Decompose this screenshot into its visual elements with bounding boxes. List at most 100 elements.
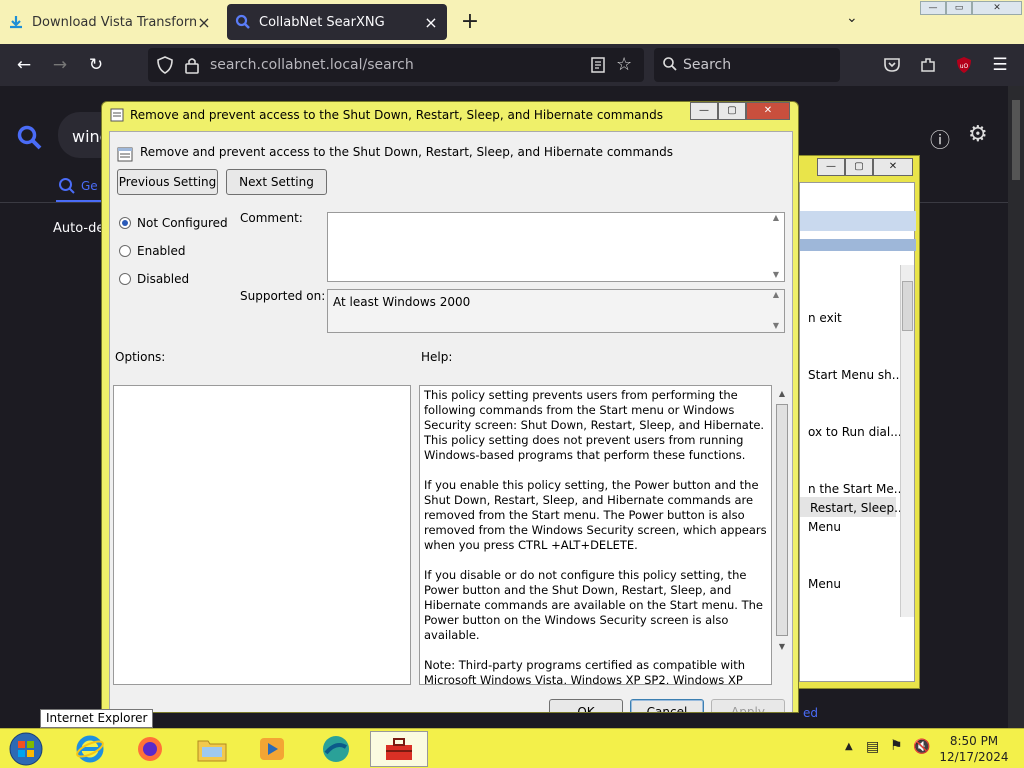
help-paragraph: This policy setting prevents users from … [424,388,765,462]
globe-app-icon[interactable] [310,731,362,767]
previous-setting-button[interactable]: Previous Setting [117,169,218,195]
radio-enabled[interactable]: Enabled [119,244,186,258]
info-icon[interactable]: ⓘ [930,124,950,153]
help-label: Help: [421,350,453,364]
setting-title: Remove and prevent access to the Shut Do… [140,145,673,159]
bg-selected-header [800,239,916,251]
show-hidden-icons[interactable]: ▲ [845,741,853,752]
bg-window-buttons: — ▢ ✕ [817,158,913,176]
help-paragraph: If you disable or do not configure this … [424,568,763,642]
scrollbar-thumb[interactable] [1012,100,1020,180]
dialog-title: Remove and prevent access to the Shut Do… [130,108,663,122]
volume-muted-icon[interactable]: 🔇 [913,739,930,755]
radio-label: Disabled [137,272,190,286]
radio-label: Not Configured [137,216,228,230]
settings-gear-icon[interactable]: ⚙ [968,122,988,147]
list-item[interactable]: n exit [808,311,842,325]
maximize-button[interactable]: ▢ [718,102,746,120]
tab-general[interactable]: Ge [81,179,98,193]
action-center-flag-icon[interactable]: ⚑ [890,738,903,754]
help-panel: This policy setting prevents users from … [419,385,772,685]
forward-arrow-icon[interactable]: → [48,53,72,77]
radio-disabled[interactable]: Disabled [119,272,189,286]
search-placeholder: Search [683,57,732,73]
dialog-body: Remove and prevent access to the Shut Do… [109,131,793,712]
internet-explorer-icon[interactable] [64,731,116,767]
menu-hamburger-icon[interactable]: ☰ [988,53,1012,77]
close-button[interactable]: ✕ [873,158,913,176]
bg-highlight-row [800,211,916,231]
media-player-icon[interactable] [246,731,298,767]
url-bar[interactable]: search.collabnet.local/search ☆ [148,48,644,82]
bookmark-star-icon[interactable]: ☆ [616,54,632,75]
back-arrow-icon[interactable]: ← [12,53,36,77]
close-button[interactable]: ✕ [746,102,790,120]
policy-setting-dialog: Remove and prevent access to the Shut Do… [101,101,799,713]
clock-time: 8:50 PM [949,734,999,748]
ok-button[interactable]: OK [549,699,623,712]
shield-icon[interactable] [156,55,174,78]
tab-list-chevron-icon[interactable]: ⌄ [846,10,858,26]
maximize-window-button[interactable]: ▭ [946,1,972,15]
search-icon[interactable] [58,177,76,198]
cancel-button[interactable]: Cancel [630,699,704,712]
supported-on-label: Supported on: [240,289,326,303]
supported-on-field: At least Windows 2000 ▲ ▼ [327,289,785,333]
close-tab-icon[interactable]: × [196,13,212,32]
list-item[interactable]: Menu [808,520,841,534]
scrollbar-thumb[interactable] [776,404,788,636]
search-box[interactable]: Search [654,48,840,82]
tab-title: Download Vista Transformation [32,14,196,30]
help-scrollbar[interactable]: ▲ ▼ [774,385,790,685]
start-button[interactable] [4,730,48,768]
next-setting-button[interactable]: Next Setting [226,169,327,195]
page-scrollbar[interactable] [1008,86,1024,728]
maximize-button[interactable]: ▢ [845,158,873,176]
list-item[interactable]: ox to Run dial... [808,425,902,439]
taskbar-tooltip: Internet Explorer [40,709,154,728]
minimize-button[interactable]: — [690,102,718,120]
radio-unselected-icon [119,245,131,257]
close-tab-icon[interactable]: × [423,13,439,32]
minimize-window-button[interactable]: — [920,1,946,15]
dialog-window-buttons: — ▢ ✕ [690,102,790,120]
list-item[interactable]: Start Menu sh... [808,368,903,382]
system-clock[interactable]: 8:50 PM 12/17/2024 [938,733,1010,765]
background-policy-window: — ▢ ✕ n exit Start Menu sh... ox to Run … [792,155,920,689]
scrollbar-thumb[interactable] [902,281,913,331]
reload-icon[interactable]: ↻ [84,53,108,77]
radio-not-configured[interactable]: Not Configured [119,216,228,230]
clock-date: 12/17/2024 [939,750,1009,764]
auto-detect-label[interactable]: Auto-de [53,221,104,236]
new-tab-button[interactable]: + [458,8,482,36]
firefox-icon[interactable] [124,731,176,767]
lock-icon[interactable] [184,56,200,77]
list-item[interactable]: Menu [808,577,841,591]
radio-unselected-icon [119,273,131,285]
extensions-icon[interactable] [916,53,940,77]
comment-scrollbar[interactable]: ▲ ▼ [768,213,784,281]
navigation-toolbar: ← → ↻ search.collabnet.local/search ☆ Se… [0,44,1024,86]
reader-view-icon[interactable] [590,56,606,77]
tab-searxng[interactable]: CollabNet SearXNG × [227,4,447,40]
list-item[interactable]: n the Start Me... [808,482,905,496]
supported-scrollbar[interactable]: ▲ ▼ [768,290,784,332]
minimize-button[interactable]: — [817,158,845,176]
taskbar: ▲ ▤ ⚑ 🔇 8:50 PM 12/17/2024 [0,728,1024,768]
tab-download-vista[interactable]: Download Vista Transformation × [0,4,220,40]
close-window-button[interactable]: ✕ [972,1,1022,15]
comment-textarea[interactable]: ▲ ▼ [327,212,785,282]
network-icon[interactable]: ▤ [866,739,879,755]
list-item[interactable]: Restart, Sleep... [810,501,906,515]
svg-text:uO: uO [960,63,969,70]
help-paragraph: If you enable this policy setting, the P… [424,478,767,552]
policy-setting-icon [117,146,133,165]
pocket-icon[interactable] [880,53,904,77]
list-scrollbar[interactable] [900,265,914,617]
apply-button[interactable]: Apply [711,699,785,712]
url-text: search.collabnet.local/search [210,57,414,73]
toolbox-app-icon[interactable] [370,731,428,767]
searxng-logo-icon[interactable] [16,124,42,153]
file-explorer-icon[interactable] [186,731,238,767]
ublock-icon[interactable]: uO [952,53,976,77]
